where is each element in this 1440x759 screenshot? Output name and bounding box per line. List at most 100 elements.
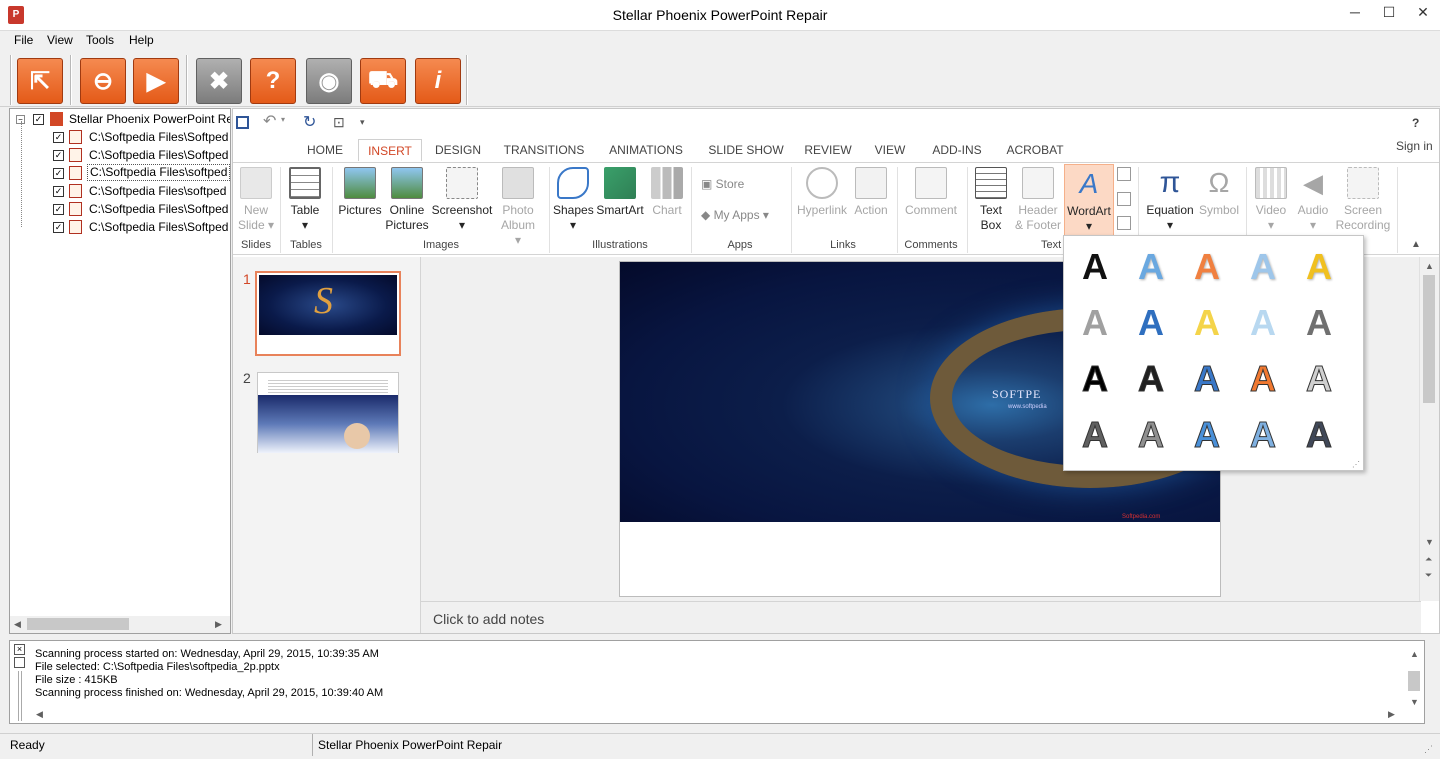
tab-add-ins[interactable]: ADD-INS — [924, 139, 990, 161]
open-file-button[interactable]: ⇱ — [17, 58, 63, 104]
wordart-style-19[interactable]: A — [1235, 407, 1291, 463]
tree-item[interactable]: ✓ C:\Softpedia Files\Softped — [10, 146, 230, 164]
wordart-style-15[interactable]: A — [1291, 351, 1347, 407]
tree-item[interactable]: ✓ C:\Softpedia Files\Softped — [10, 128, 230, 146]
scroll-down-icon[interactable]: ▼ — [1410, 697, 1419, 707]
audio-button[interactable]: ◀ Audio ▾ — [1293, 167, 1333, 233]
stop-button[interactable]: ✖ — [196, 58, 242, 104]
tree-item[interactable]: ✓ C:\Softpedia Files\Softped — [10, 218, 230, 236]
wordart-style-8[interactable]: A — [1179, 295, 1235, 351]
wordart-style-2[interactable]: A — [1123, 239, 1179, 295]
customize-qat-icon[interactable]: ▾ — [360, 117, 365, 128]
wordart-style-7[interactable]: A — [1123, 295, 1179, 351]
date-time-icon[interactable] — [1117, 167, 1131, 181]
undo-icon[interactable]: ↶ — [263, 111, 276, 131]
tree-item[interactable]: ✓ C:\Softpedia Files\Softped — [10, 200, 230, 218]
tree-checkbox[interactable]: ✓ — [53, 186, 64, 197]
new-slide-button[interactable]: New Slide ▾ — [237, 167, 275, 233]
wordart-style-12[interactable]: A — [1123, 351, 1179, 407]
close-button[interactable]: ✕ — [1406, 0, 1440, 24]
tree-checkbox[interactable]: ✓ — [53, 150, 64, 161]
wordart-button[interactable]: A WordArt ▾ — [1064, 164, 1114, 240]
tab-review[interactable]: REVIEW — [800, 139, 856, 161]
menu-file[interactable]: File — [14, 33, 33, 47]
photo-album-button[interactable]: Photo Album ▾ — [497, 167, 539, 248]
comment-button[interactable]: Comment — [901, 167, 961, 218]
action-button[interactable]: Action — [851, 167, 891, 218]
scroll-right-icon[interactable]: ▶ — [215, 619, 222, 630]
menu-view[interactable]: View — [47, 33, 73, 47]
screen-recording-button[interactable]: Screen Recording — [1335, 167, 1391, 233]
wordart-style-17[interactable]: A — [1123, 407, 1179, 463]
tab-design[interactable]: DESIGN — [428, 139, 488, 161]
store-button[interactable]: ▣ Store — [701, 177, 744, 191]
wordart-style-13[interactable]: A — [1179, 351, 1235, 407]
scroll-up-icon[interactable]: ▲ — [1425, 261, 1434, 271]
help-button[interactable]: ? — [250, 58, 296, 104]
tree-item-selected[interactable]: ✓ C:\Softpedia Files\softped — [10, 164, 230, 182]
wordart-style-1[interactable]: A — [1067, 239, 1123, 295]
shapes-button[interactable]: Shapes ▾ — [553, 167, 594, 233]
minimize-button[interactable]: ─ — [1338, 0, 1372, 24]
symbol-button[interactable]: Ω Symbol — [1197, 167, 1241, 218]
tab-home[interactable]: HOME — [297, 139, 353, 161]
web-button[interactable]: ◉ — [306, 58, 352, 104]
tab-animations[interactable]: ANIMATIONS — [600, 139, 692, 161]
wordart-style-18[interactable]: A — [1179, 407, 1235, 463]
search-button[interactable]: ⊖ — [80, 58, 126, 104]
buy-button[interactable]: ⛟ — [360, 58, 406, 104]
scroll-thumb[interactable] — [27, 618, 129, 630]
tree-item[interactable]: ✓ C:\Softpedia Files\softped — [10, 182, 230, 200]
tab-transitions[interactable]: TRANSITIONS — [498, 139, 590, 161]
scroll-thumb[interactable] — [1408, 671, 1420, 691]
chevron-down-icon[interactable]: ▾ — [281, 115, 285, 124]
header-footer-button[interactable]: Header & Footer — [1013, 167, 1063, 233]
tree-checkbox[interactable]: ✓ — [53, 204, 64, 215]
close-panel-icon[interactable]: × — [14, 644, 25, 655]
pictures-button[interactable]: Pictures — [337, 167, 383, 218]
edit-area-vertical-scrollbar[interactable]: ▲ ▼ ⏶ ⏷ — [1419, 257, 1439, 601]
help-icon[interactable]: ? — [1412, 116, 1419, 130]
tab-acrobat[interactable]: ACROBAT — [1000, 139, 1070, 161]
wordart-style-20[interactable]: A — [1291, 407, 1347, 463]
redo-icon[interactable]: ↻ — [303, 112, 316, 132]
hyperlink-button[interactable]: Hyperlink — [795, 167, 849, 218]
scroll-down-icon[interactable]: ▼ — [1425, 537, 1434, 547]
video-button[interactable]: Video ▾ — [1251, 167, 1291, 233]
wordart-style-5[interactable]: A — [1291, 239, 1347, 295]
tab-view[interactable]: VIEW — [866, 139, 914, 161]
tree-checkbox[interactable]: ✓ — [53, 222, 64, 233]
maximize-button[interactable]: ☐ — [1372, 0, 1406, 24]
smartart-button[interactable]: SmartArt — [595, 167, 645, 218]
scroll-thumb[interactable] — [1423, 275, 1435, 403]
log-vertical-scrollbar[interactable]: ▲ ▼ — [1406, 647, 1422, 709]
tab-insert[interactable]: INSERT — [358, 139, 422, 161]
table-button[interactable]: Table ▾ — [285, 167, 325, 233]
scroll-right-icon[interactable]: ▶ — [1388, 709, 1395, 720]
text-box-button[interactable]: Text Box — [971, 167, 1011, 233]
about-button[interactable]: i — [415, 58, 461, 104]
slide-number-icon[interactable] — [1117, 192, 1131, 206]
equation-button[interactable]: π Equation ▾ — [1143, 167, 1197, 233]
wordart-style-6[interactable]: A — [1067, 295, 1123, 351]
resize-grip-icon[interactable]: ⋰ — [1352, 460, 1360, 469]
tree-checkbox[interactable]: ✓ — [53, 168, 64, 179]
tab-slide-show[interactable]: SLIDE SHOW — [702, 139, 790, 161]
start-repair-button[interactable]: ▶ — [133, 58, 179, 104]
wordart-style-16[interactable]: A — [1067, 407, 1123, 463]
slide-thumbnail-1[interactable]: S — [255, 271, 401, 356]
save-icon[interactable] — [236, 116, 249, 129]
menu-help[interactable]: Help — [129, 33, 154, 47]
notes-pane[interactable]: Click to add notes — [421, 601, 1421, 633]
sign-in-link[interactable]: Sign in — [1396, 139, 1433, 153]
my-apps-button[interactable]: ◆ My Apps ▾ — [701, 208, 769, 222]
wordart-style-3[interactable]: A — [1179, 239, 1235, 295]
tree-checkbox[interactable]: ✓ — [33, 114, 44, 125]
collapse-ribbon-icon[interactable]: ▲ — [1411, 239, 1421, 250]
wordart-style-4[interactable]: A — [1235, 239, 1291, 295]
restore-panel-icon[interactable] — [14, 657, 25, 668]
tree-root[interactable]: − ✓ Stellar Phoenix PowerPoint Re — [10, 110, 230, 128]
menu-tools[interactable]: Tools — [86, 33, 114, 47]
online-pictures-button[interactable]: Online Pictures — [385, 167, 429, 233]
resize-grip-icon[interactable]: ⋰ — [1424, 744, 1433, 755]
